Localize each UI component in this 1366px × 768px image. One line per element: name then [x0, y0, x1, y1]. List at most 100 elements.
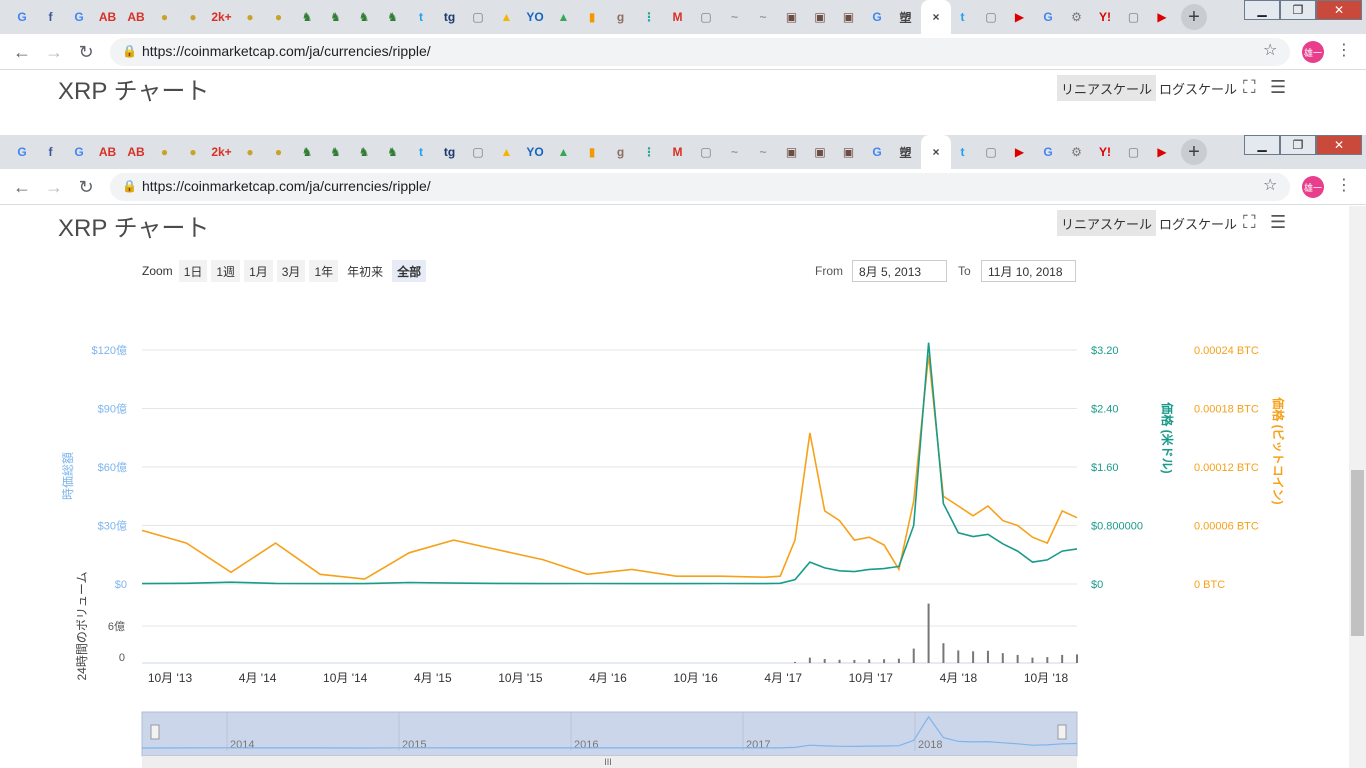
browser-tab[interactable]: ♞	[323, 139, 349, 165]
browser-tab[interactable]: G	[864, 139, 890, 165]
browser-tab[interactable]: t	[408, 139, 434, 165]
browser-tab[interactable]: ⚙	[1064, 4, 1090, 30]
browser-tab[interactable]: G	[9, 4, 35, 30]
browser-tab[interactable]: ♞	[323, 4, 349, 30]
url-text[interactable]: https://coinmarketcap.com/ja/currencies/…	[142, 178, 431, 194]
browser-tab[interactable]: G	[66, 139, 92, 165]
browser-tab[interactable]: ▢	[1121, 4, 1147, 30]
browser-tab[interactable]: ▢	[1121, 139, 1147, 165]
browser-tab[interactable]: G	[1035, 139, 1061, 165]
browser-tab[interactable]: f	[38, 4, 64, 30]
browser-tab[interactable]: g	[608, 139, 634, 165]
browser-tab[interactable]: ▢	[978, 139, 1004, 165]
reload-icon[interactable]: ↻	[74, 40, 98, 64]
browser-tab[interactable]: f	[38, 139, 64, 165]
close-window-button[interactable]: ✕	[1316, 0, 1362, 20]
browser-tab[interactable]: Y!	[1092, 139, 1118, 165]
browser-tab[interactable]: 2k+	[209, 4, 235, 30]
browser-tab[interactable]: ♞	[294, 4, 320, 30]
browser-tab[interactable]: ▲	[494, 4, 520, 30]
bookmark-star-icon[interactable]: ☆	[1263, 175, 1277, 195]
browser-tab[interactable]: ●	[152, 139, 178, 165]
browser-tab[interactable]: t	[408, 4, 434, 30]
browser-tab[interactable]: tg	[437, 139, 463, 165]
browser-tab[interactable]: ●	[266, 4, 292, 30]
page-scrollbar[interactable]	[1349, 206, 1366, 768]
browser-tab[interactable]: M	[665, 4, 691, 30]
browser-tab[interactable]: t	[950, 4, 976, 30]
forward-icon[interactable]: →	[42, 175, 66, 199]
browser-tab[interactable]: 塑	[893, 139, 919, 165]
hamburger-menu-icon[interactable]: ☰	[1270, 77, 1286, 98]
browser-tab[interactable]: M	[665, 139, 691, 165]
browser-tab[interactable]: ⋮	[636, 4, 662, 30]
close-window-button[interactable]: ✕	[1316, 135, 1362, 155]
browser-tab[interactable]: ▣	[779, 139, 805, 165]
browser-tab[interactable]: ~	[750, 139, 776, 165]
browser-tab[interactable]: ▣	[836, 4, 862, 30]
browser-tab[interactable]: ▮	[579, 139, 605, 165]
browser-tab[interactable]: t	[950, 139, 976, 165]
browser-tab[interactable]: ~	[750, 4, 776, 30]
browser-tab[interactable]: YO	[522, 4, 548, 30]
browser-tab[interactable]: ●	[180, 4, 206, 30]
browser-tab[interactable]: ×	[921, 0, 951, 34]
browser-tab[interactable]: ♞	[294, 139, 320, 165]
browser-tab[interactable]: ▣	[836, 139, 862, 165]
price-chart[interactable]: $120億 $3.20 0.00024 BTC $90億 $2.40 0.00018 BT…	[0, 206, 1366, 768]
browser-tab[interactable]: G	[66, 4, 92, 30]
browser-tab[interactable]: G	[1035, 4, 1061, 30]
browser-tab[interactable]: ⋮	[636, 139, 662, 165]
browser-tab[interactable]: ●	[266, 139, 292, 165]
linear-scale-button[interactable]: リニアスケール	[1057, 75, 1157, 101]
browser-tab[interactable]: ▢	[693, 4, 719, 30]
browser-tab[interactable]: ♞	[351, 4, 377, 30]
browser-tab[interactable]: ▶	[1007, 139, 1033, 165]
bookmark-star-icon[interactable]: ☆	[1263, 40, 1277, 60]
minimize-button[interactable]: ▁	[1244, 0, 1280, 20]
browser-tab[interactable]: ●	[180, 139, 206, 165]
browser-tab[interactable]: ▶	[1007, 4, 1033, 30]
new-tab-button[interactable]: +	[1181, 4, 1207, 30]
browser-tab[interactable]: ●	[237, 139, 263, 165]
profile-avatar[interactable]: 雄一	[1302, 41, 1324, 63]
back-icon[interactable]: ←	[10, 40, 34, 64]
browser-tab[interactable]: ♞	[380, 4, 406, 30]
log-scale-button[interactable]: ログスケール	[1155, 75, 1241, 101]
browser-tab[interactable]: AB	[95, 4, 121, 30]
browser-tab[interactable]: ▢	[465, 139, 491, 165]
address-bar[interactable]: 🔒 https://coinmarketcap.com/ja/currencie…	[110, 38, 1290, 66]
back-icon[interactable]: ←	[10, 175, 34, 199]
fullscreen-icon[interactable]: ⛶	[1243, 77, 1256, 98]
browser-tab[interactable]: ▣	[779, 4, 805, 30]
profile-avatar[interactable]: 雄一	[1302, 176, 1324, 198]
maximize-button[interactable]: ❐	[1280, 135, 1316, 155]
browser-tab[interactable]: ▢	[465, 4, 491, 30]
browser-tab[interactable]: ▢	[693, 139, 719, 165]
browser-tab[interactable]: 塑	[893, 4, 919, 30]
browser-tab[interactable]: ▲	[494, 139, 520, 165]
forward-icon[interactable]: →	[42, 40, 66, 64]
browser-tab[interactable]: ⚙	[1064, 139, 1090, 165]
browser-tab[interactable]: ▣	[807, 4, 833, 30]
browser-tab[interactable]: ●	[152, 4, 178, 30]
browser-tab[interactable]: ♞	[351, 139, 377, 165]
browser-tab[interactable]: ~	[722, 4, 748, 30]
browser-tab[interactable]: ▶	[1149, 4, 1175, 30]
browser-tab[interactable]: ●	[237, 4, 263, 30]
browser-tab[interactable]: g	[608, 4, 634, 30]
browser-tab[interactable]: ▲	[551, 4, 577, 30]
browser-tab[interactable]: ▣	[807, 139, 833, 165]
browser-tab[interactable]: ▲	[551, 139, 577, 165]
browser-tab[interactable]: AB	[95, 139, 121, 165]
browser-tab[interactable]: AB	[123, 139, 149, 165]
address-bar[interactable]: 🔒 https://coinmarketcap.com/ja/currencie…	[110, 173, 1290, 201]
browser-tab[interactable]: YO	[522, 139, 548, 165]
browser-tab[interactable]: ~	[722, 139, 748, 165]
minimize-button[interactable]: ▁	[1244, 135, 1280, 155]
scrollbar-thumb[interactable]	[1351, 470, 1364, 636]
browser-tab[interactable]: ▢	[978, 4, 1004, 30]
url-text[interactable]: https://coinmarketcap.com/ja/currencies/…	[142, 43, 431, 59]
browser-tab[interactable]: ×	[921, 135, 951, 169]
new-tab-button[interactable]: +	[1181, 139, 1207, 165]
